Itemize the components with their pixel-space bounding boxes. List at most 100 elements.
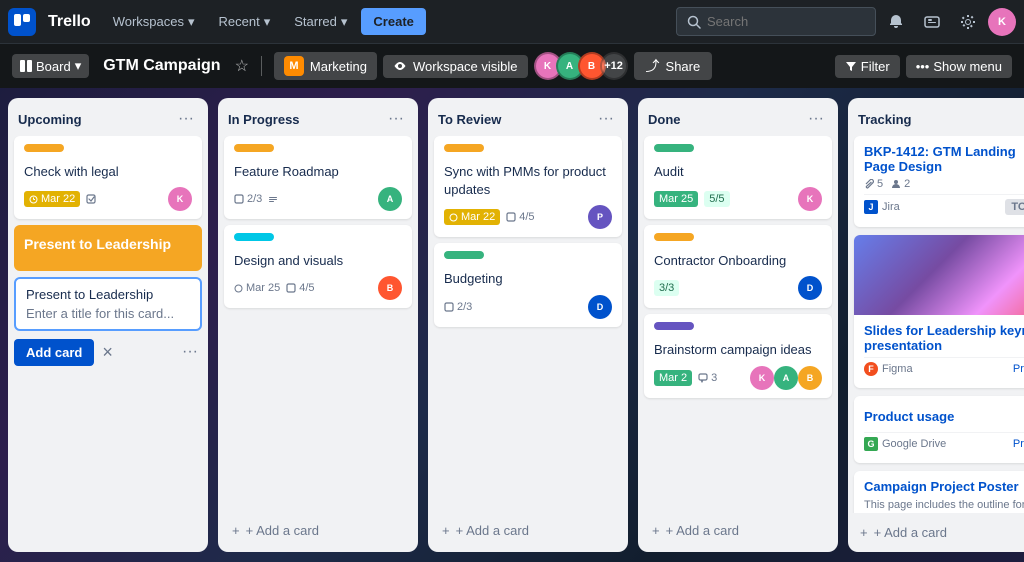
card-check-legal[interactable]: Check with legal Mar 22 K bbox=[14, 136, 202, 219]
card-contractor-onboarding[interactable]: Contractor Onboarding 3/3 D bbox=[644, 225, 832, 308]
card-meta: 5 2 bbox=[864, 178, 1022, 190]
preview-button-slides[interactable]: Preview bbox=[1013, 363, 1024, 375]
workspace-visible-button[interactable]: Workspace visible bbox=[383, 55, 528, 78]
trello-wordmark: Trello bbox=[40, 13, 99, 31]
board-view-button[interactable]: Board ▾ bbox=[12, 54, 89, 78]
top-navigation: Trello Workspaces ▾ Recent ▾ Starred ▾ C… bbox=[0, 0, 1024, 44]
avatar: B bbox=[798, 366, 822, 390]
new-card-more[interactable]: ··· bbox=[178, 341, 202, 363]
card-link[interactable]: Slides for Leadership keynote presentati… bbox=[864, 323, 1024, 353]
add-card-in-progress[interactable]: + + Add a card bbox=[224, 517, 412, 544]
desc-icon bbox=[268, 194, 278, 204]
card-meta: Mar 25 5/5 K bbox=[654, 187, 822, 211]
plus-icon: + bbox=[442, 523, 450, 538]
tracking-card-product-usage[interactable]: Product usage K G Google Drive Preview bbox=[854, 396, 1024, 463]
card-brainstorm[interactable]: Brainstorm campaign ideas Mar 2 3 K A B bbox=[644, 314, 832, 397]
card-link[interactable]: Campaign Project Poster bbox=[864, 479, 1019, 494]
tracking-card-bkp[interactable]: BKP-1412: GTM Landing Page Design 5 2 bbox=[854, 136, 1024, 227]
tracking-card-body: Slides for Leadership keynote presentati… bbox=[854, 315, 1024, 388]
tracking-card-slides[interactable]: Slides for Leadership keynote presentati… bbox=[854, 235, 1024, 388]
card-meta: Mar 22 4/5 P bbox=[444, 205, 612, 229]
board-title: GTM Campaign bbox=[95, 57, 228, 75]
list-title-in-progress: In Progress bbox=[228, 112, 384, 127]
add-card-tracking-button[interactable]: + + Add a card bbox=[854, 521, 1024, 544]
add-card-confirm-button[interactable]: Add card bbox=[14, 339, 94, 366]
card-label bbox=[654, 144, 694, 152]
list-tracking: Tracking ··· BKP-1412: GTM Landing Page … bbox=[848, 98, 1024, 552]
source-info: J Jira bbox=[864, 200, 900, 214]
card-link[interactable]: BKP-1412: GTM Landing Page Design bbox=[864, 144, 1016, 174]
settings-button[interactable] bbox=[952, 6, 984, 38]
card-present-leadership[interactable]: Present to Leadership bbox=[14, 225, 202, 271]
card-design-visuals[interactable]: Design and visuals Mar 25 4/5 B bbox=[224, 225, 412, 308]
card-label bbox=[654, 322, 694, 330]
add-card-done[interactable]: + + Add a card bbox=[644, 517, 832, 544]
notifications-button[interactable] bbox=[880, 6, 912, 38]
workspaces-menu[interactable]: Workspaces ▾ bbox=[103, 8, 205, 36]
search-bar[interactable] bbox=[676, 7, 876, 36]
member-count[interactable]: +12 bbox=[600, 52, 628, 80]
card-label bbox=[444, 251, 484, 259]
checklist-icon bbox=[506, 212, 516, 222]
card-date: Mar 25 bbox=[654, 191, 698, 207]
card-content: BKP-1412: GTM Landing Page Design 5 2 bbox=[864, 144, 1022, 190]
card-sync-pmm[interactable]: Sync with PMMs for product updates Mar 2… bbox=[434, 136, 622, 237]
list-menu-upcoming[interactable]: ··· bbox=[174, 108, 198, 130]
list-header-to-review: To Review ··· bbox=[428, 98, 628, 136]
list-footer-tracking: + + Add a card bbox=[848, 513, 1024, 552]
list-body-done: Audit Mar 25 5/5 K Contractor Onboarding… bbox=[638, 136, 838, 513]
list-menu-done[interactable]: ··· bbox=[804, 108, 828, 130]
info-button[interactable] bbox=[916, 6, 948, 38]
card-avatar: A bbox=[378, 187, 402, 211]
trello-logo bbox=[8, 8, 36, 36]
figma-icon: F bbox=[864, 362, 878, 376]
card-link[interactable]: Product usage bbox=[864, 409, 1022, 424]
card-avatar: B bbox=[378, 276, 402, 300]
todo-badge: TO DO bbox=[1005, 199, 1024, 215]
list-body-tracking: BKP-1412: GTM Landing Page Design 5 2 bbox=[848, 136, 1024, 513]
card-avatar: K bbox=[798, 187, 822, 211]
recent-menu[interactable]: Recent ▾ bbox=[209, 8, 281, 36]
card-meta: Mar 25 4/5 B bbox=[234, 276, 402, 300]
card-audit[interactable]: Audit Mar 25 5/5 K bbox=[644, 136, 832, 219]
share-button[interactable]: ⤴ Share bbox=[634, 52, 713, 80]
create-button[interactable]: Create bbox=[361, 8, 425, 35]
card-checklist: 2/3 bbox=[444, 301, 472, 313]
plus-icon: + bbox=[232, 523, 240, 538]
card-checklist-done: 5/5 bbox=[704, 191, 729, 207]
card-title: Contractor Onboarding bbox=[654, 252, 822, 270]
card-title: Audit bbox=[654, 163, 822, 181]
user-avatar[interactable]: K bbox=[988, 8, 1016, 36]
tracking-card-campaign-poster[interactable]: Campaign Project Poster This page includ… bbox=[854, 471, 1024, 513]
card-feature-roadmap[interactable]: Feature Roadmap 2/3 A bbox=[224, 136, 412, 219]
filter-button[interactable]: Filter bbox=[835, 55, 900, 78]
card-date-small: Mar 25 bbox=[234, 282, 280, 294]
card-date: Mar 22 bbox=[24, 191, 80, 207]
search-input[interactable] bbox=[707, 14, 827, 29]
card-title: Check with legal bbox=[24, 163, 192, 181]
list-title-done: Done bbox=[648, 112, 804, 127]
workspace-button[interactable]: M Marketing bbox=[274, 52, 377, 80]
close-new-card-button[interactable]: × bbox=[100, 340, 115, 365]
card-budgeting[interactable]: Budgeting 2/3 D bbox=[434, 243, 622, 326]
card-meta: 3/3 D bbox=[654, 276, 822, 300]
card-label bbox=[234, 233, 274, 241]
card-label bbox=[234, 144, 274, 152]
new-card-title[interactable]: Present to Leadership bbox=[26, 287, 190, 302]
star-button[interactable]: ☆ bbox=[235, 56, 249, 76]
board-nav-right: Filter ••• Show menu bbox=[835, 55, 1012, 78]
list-menu-in-progress[interactable]: ··· bbox=[384, 108, 408, 130]
tracking-card-body: BKP-1412: GTM Landing Page Design 5 2 bbox=[854, 136, 1024, 227]
card-checklist: 2/3 bbox=[234, 193, 262, 205]
show-menu-button[interactable]: ••• Show menu bbox=[906, 55, 1012, 78]
preview-button-product[interactable]: Preview bbox=[1013, 438, 1024, 450]
search-icon bbox=[687, 15, 701, 29]
list-header-done: Done ··· bbox=[638, 98, 838, 136]
add-card-to-review[interactable]: + + Add a card bbox=[434, 517, 622, 544]
plus-icon: + bbox=[860, 525, 868, 540]
list-menu-to-review[interactable]: ··· bbox=[594, 108, 618, 130]
starred-menu[interactable]: Starred ▾ bbox=[284, 8, 357, 36]
card-top: Product usage K bbox=[864, 404, 1024, 428]
divider bbox=[261, 56, 262, 76]
new-card-actions: Add card × ··· bbox=[14, 339, 202, 366]
